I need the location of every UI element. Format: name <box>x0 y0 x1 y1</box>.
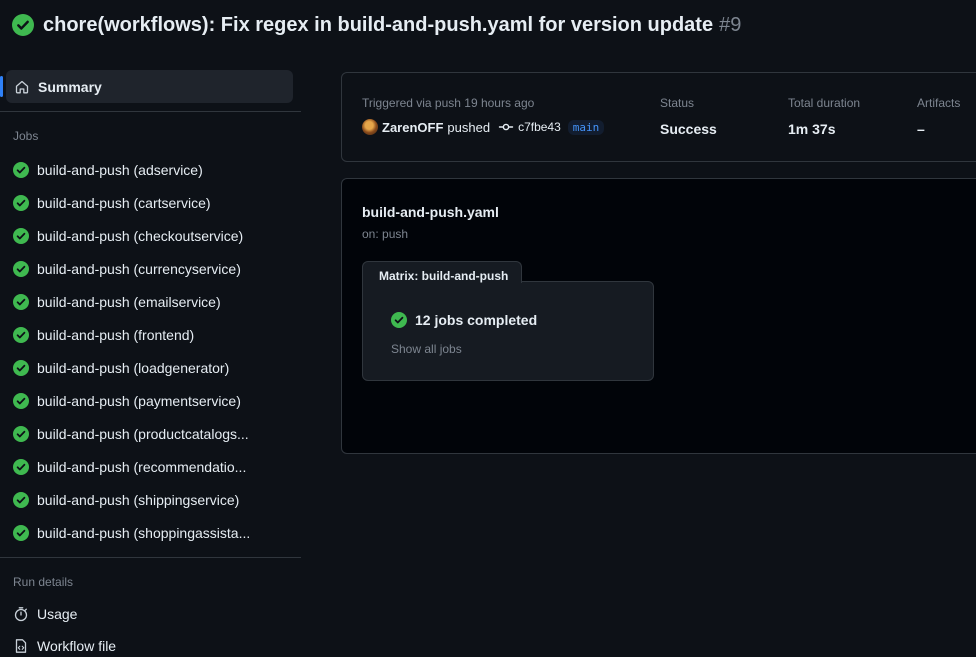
job-label: build-and-push (emailservice) <box>37 293 221 310</box>
job-label: build-and-push (shippingservice) <box>37 491 240 508</box>
duration-value: 1m 37s <box>788 121 836 137</box>
job-label: build-and-push (paymentservice) <box>37 392 241 409</box>
commit-sha-link[interactable]: c7fbe43 <box>518 120 561 134</box>
sidebar-item-usage[interactable]: Usage <box>0 598 301 630</box>
home-icon <box>14 79 30 95</box>
check-circle-icon <box>13 326 29 343</box>
sidebar-item-job[interactable]: build-and-push (loadgenerator) <box>0 351 301 384</box>
sidebar-item-job[interactable]: build-and-push (emailservice) <box>0 285 301 318</box>
artifacts-label: Artifacts <box>917 96 961 110</box>
run-header: chore(workflows): Fix regex in build-and… <box>12 10 741 40</box>
usage-label: Usage <box>37 606 78 622</box>
check-circle-icon <box>13 260 29 277</box>
matrix-title: Matrix: build-and-push <box>362 261 522 283</box>
sidebar-item-label: Summary <box>38 78 102 95</box>
duration-label: Total duration <box>788 96 861 110</box>
run-details-section-label: Run details <box>13 575 74 589</box>
sidebar-item-job[interactable]: build-and-push (checkoutservice) <box>0 219 301 252</box>
check-circle-icon <box>13 359 29 376</box>
sidebar-item-summary[interactable]: Summary <box>0 70 293 103</box>
check-circle-icon <box>13 524 29 541</box>
trigger-row: ZarenOFF pushed c7fbe43 main <box>362 119 605 135</box>
check-circle-icon <box>13 293 29 310</box>
check-circle-icon <box>13 161 29 178</box>
artifacts-value: – <box>917 121 925 137</box>
sidebar-item-job[interactable]: build-and-push (frontend) <box>0 318 301 351</box>
duration-column: Total duration 1m 37s <box>788 96 860 137</box>
job-label: build-and-push (shoppingassista... <box>37 524 251 541</box>
sidebar-item-job[interactable]: build-and-push (paymentservice) <box>0 384 301 417</box>
status-label: Status <box>660 96 695 110</box>
job-label: build-and-push (cartservice) <box>37 194 211 211</box>
matrix-status-text: 12 jobs completed <box>415 312 538 328</box>
artifacts-column: Artifacts – <box>917 96 960 137</box>
matrix-status: 12 jobs completed <box>391 312 537 328</box>
branch-badge[interactable]: main <box>567 119 605 135</box>
trigger-info: Triggered via push 19 hours ago ZarenOFF… <box>362 96 605 135</box>
job-label: build-and-push (productcatalogs... <box>37 425 249 442</box>
run-title: chore(workflows): Fix regex in build-and… <box>43 13 742 36</box>
check-circle-icon <box>13 491 29 508</box>
matrix-job-group[interactable]: 12 jobs completed Show all jobs <box>362 281 654 381</box>
run-summary-card: Triggered via push 19 hours ago ZarenOFF… <box>341 72 976 162</box>
action-text: pushed <box>447 119 491 135</box>
job-label: build-and-push (currencyservice) <box>37 260 241 277</box>
avatar[interactable] <box>362 119 378 135</box>
job-label: build-and-push (loadgenerator) <box>37 359 230 376</box>
sidebar-item-job[interactable]: build-and-push (cartservice) <box>0 186 301 219</box>
job-label: build-and-push (frontend) <box>37 326 195 343</box>
job-label: build-and-push (adservice) <box>37 161 203 178</box>
check-circle-icon <box>13 458 29 475</box>
workflow-graph-card: build-and-push.yaml on: push Matrix: bui… <box>341 178 976 454</box>
sidebar: Summary Jobs build-and-push (adservice) b… <box>0 70 301 657</box>
actor-link[interactable]: ZarenOFF <box>382 120 443 135</box>
check-circle-icon <box>391 312 407 328</box>
divider <box>0 557 301 558</box>
workflow-name: build-and-push.yaml <box>362 204 499 220</box>
check-circle-icon <box>13 392 29 409</box>
sidebar-item-job[interactable]: build-and-push (productcatalogs... <box>0 417 301 450</box>
check-circle-icon <box>12 14 34 36</box>
status-column: Status Success <box>660 96 717 137</box>
status-value: Success <box>660 121 717 137</box>
sidebar-item-job[interactable]: build-and-push (adservice) <box>0 153 301 186</box>
git-commit-icon <box>498 119 514 135</box>
jobs-section-label: Jobs <box>13 129 39 143</box>
job-label: build-and-push (recommendatio... <box>37 458 247 475</box>
sidebar-item-job[interactable]: build-and-push (recommendatio... <box>0 450 301 483</box>
show-all-jobs-link[interactable]: Show all jobs <box>391 342 462 356</box>
check-circle-icon <box>13 194 29 211</box>
check-circle-icon <box>13 425 29 442</box>
stopwatch-icon <box>13 606 29 622</box>
workflow-trigger: on: push <box>362 227 409 241</box>
job-list: build-and-push (adservice) build-and-push… <box>0 153 301 549</box>
workflow-file-label: Workflow file <box>37 638 117 654</box>
divider <box>0 111 301 112</box>
sidebar-item-workflow-file[interactable]: Workflow file <box>0 630 301 657</box>
sidebar-item-job[interactable]: build-and-push (shippingservice) <box>0 483 301 516</box>
check-circle-icon <box>13 227 29 244</box>
trigger-text: Triggered via push 19 hours ago <box>362 96 535 110</box>
sidebar-item-job[interactable]: build-and-push (currencyservice) <box>0 252 301 285</box>
sidebar-item-job[interactable]: build-and-push (shoppingassista... <box>0 516 301 549</box>
job-label: build-and-push (checkoutservice) <box>37 227 244 244</box>
run-number: #9 <box>719 13 742 36</box>
workflow-run-page: chore(workflows): Fix regex in build-and… <box>0 0 976 657</box>
file-code-icon <box>13 638 29 654</box>
